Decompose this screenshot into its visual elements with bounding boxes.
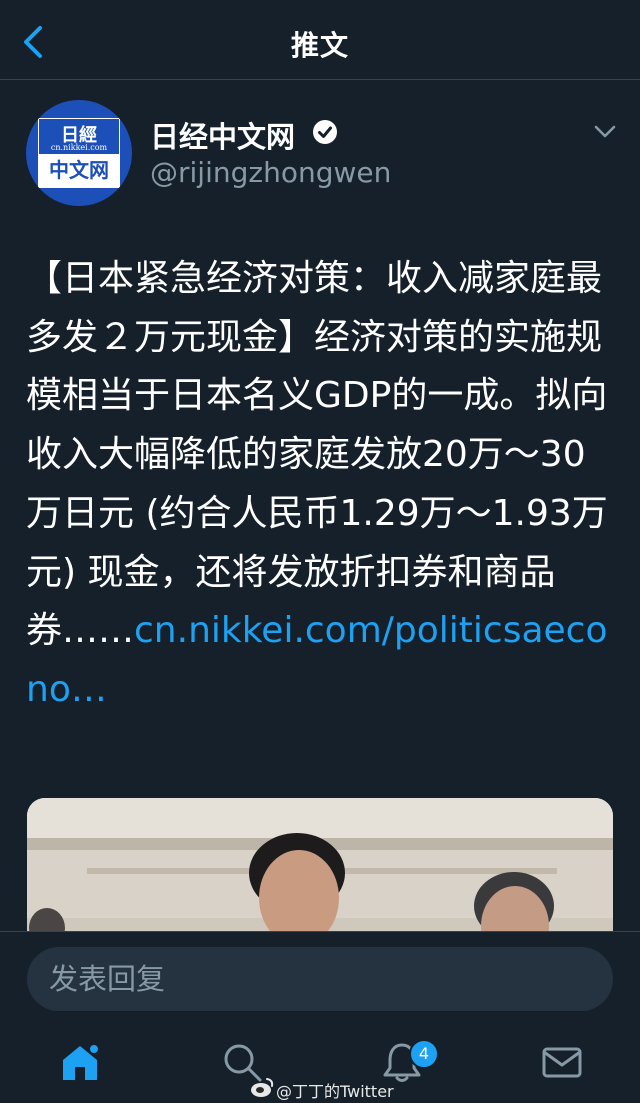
weibo-logo-icon: [251, 1078, 274, 1097]
user-handle: @rijingzhongwen: [150, 156, 392, 189]
home-icon[interactable]: [58, 1040, 102, 1084]
display-name[interactable]: 日经中文网: [150, 114, 295, 156]
watermark-text: @丁丁的Twitter: [276, 1082, 394, 1101]
page-title: 推文: [290, 29, 349, 62]
top-bar: 推文: [0, 0, 640, 80]
verified-badge-icon: [313, 120, 337, 144]
avatar[interactable]: 日經 cn.nikkei.com 中文网: [26, 100, 132, 206]
tweet-body: 【日本紧急经济对策：收入减家庭最多发２万元现金】经济对策的实施规模相当于日本名义…: [26, 258, 608, 652]
mail-icon[interactable]: [540, 1040, 584, 1084]
reply-input[interactable]: 发表回复: [27, 947, 613, 1011]
nikkei-logo: 日經 cn.nikkei.com 中文网: [38, 118, 120, 188]
notifications-badge: 4: [409, 1039, 439, 1069]
tweet-text: 【日本紧急经济对策：收入减家庭最多发２万元现金】经济对策的实施规模相当于日本名义…: [26, 250, 616, 720]
logo-url-text: cn.nikkei.com: [50, 143, 108, 152]
chevron-down-icon[interactable]: [592, 122, 618, 142]
logo-bottom-text: 中文网: [39, 154, 119, 187]
